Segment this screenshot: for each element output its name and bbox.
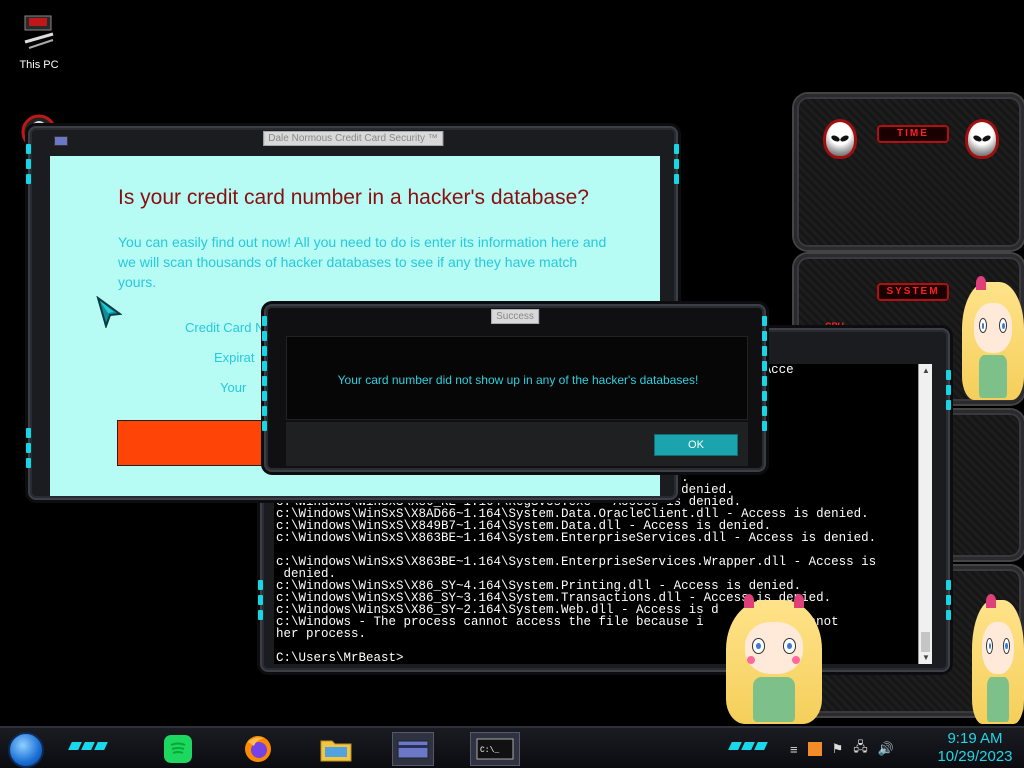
clock-date: 10/29/2023	[937, 748, 1013, 765]
file-explorer-icon	[320, 740, 352, 762]
spotify-taskbar-button[interactable]	[160, 732, 196, 766]
dialog-message-area: Your card number did not show up in any …	[286, 336, 748, 420]
your-label: Your	[220, 380, 247, 395]
spotify-icon	[164, 735, 192, 763]
svg-text:C:\_: C:\_	[480, 746, 499, 755]
console-line: c:\Windows\WinSxS\X863BE~1.164\System.En…	[276, 531, 877, 545]
console-scrollbar[interactable]: ▲ ▼	[918, 364, 932, 664]
credit-card-app-icon	[397, 740, 429, 759]
dialog-footer: OK	[286, 422, 748, 466]
firefox-icon	[245, 736, 271, 762]
scrollbar-thumb[interactable]	[921, 632, 930, 652]
star-butterfly-sticker	[726, 594, 822, 724]
clock-time: 9:19 AM	[947, 730, 1003, 747]
card-number-label: Credit Card N	[185, 320, 265, 335]
taskbar: C:\_ ≡ ⚑ 🖧 🔊 9:19 AM 10/29/2023	[0, 726, 1024, 768]
this-pc-icon	[24, 15, 54, 49]
command-prompt-icon: C:\_	[476, 738, 514, 760]
command-prompt-taskbar-button[interactable]: C:\_	[470, 732, 520, 766]
cc-description: You can easily find out now! All you nee…	[118, 234, 607, 290]
mouse-cursor-icon	[96, 296, 122, 328]
file-explorer-taskbar-button[interactable]	[318, 732, 354, 766]
dialog-title: Success	[491, 309, 539, 324]
show-hidden-icons-icon[interactable]: ≡	[790, 742, 798, 757]
desktop-icon-label: This PC	[19, 59, 59, 71]
star-butterfly-sticker	[962, 276, 1024, 400]
dialog-message: Your card number did not show up in any …	[337, 373, 699, 387]
flag-icon[interactable]: ⚑	[832, 741, 844, 757]
console-line: c:\Windows\WinSxS\X863BE~1.164\System.En…	[276, 555, 877, 569]
system-gadget-title: SYSTEM	[877, 283, 949, 301]
window-title: Dale Normous Credit Card Security ™	[263, 131, 443, 146]
credit-card-app-taskbar-button[interactable]	[392, 732, 434, 766]
star-butterfly-sticker	[972, 594, 1024, 724]
notification-app-icon[interactable]	[807, 742, 822, 756]
firefox-taskbar-button[interactable]	[240, 732, 276, 766]
cc-heading: Is your credit card number in a hacker's…	[118, 186, 589, 209]
ok-button[interactable]: OK	[654, 434, 738, 456]
volume-icon[interactable]: 🔊	[878, 741, 894, 757]
expiration-label: Expirat	[214, 350, 255, 365]
network-icon[interactable]: 🖧	[853, 738, 868, 760]
alien-logo-icon	[823, 119, 857, 159]
taskbar-decoration	[68, 742, 108, 750]
system-tray: ≡ ⚑ 🖧 🔊	[790, 734, 894, 764]
time-gadget: TIME	[794, 94, 1024, 250]
alien-logo-icon	[965, 119, 999, 159]
taskbar-decoration	[728, 742, 768, 750]
desktop-icon-this-pc[interactable]: This PC	[8, 12, 70, 71]
credit-card-app-icon	[54, 136, 68, 146]
success-dialog[interactable]: Success Your card number did not show up…	[262, 304, 767, 472]
start-button[interactable]	[8, 732, 44, 768]
time-gadget-title: TIME	[877, 125, 949, 143]
clock[interactable]: 9:19 AM 10/29/2023	[930, 730, 1020, 766]
